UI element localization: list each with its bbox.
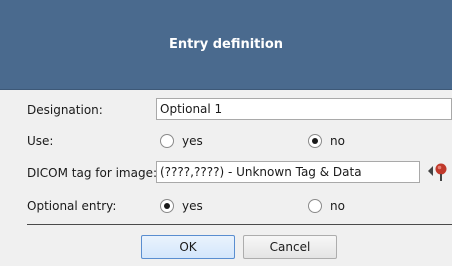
optional-entry-yes-radio[interactable]: yes	[160, 197, 203, 215]
dicom-tag-label: DICOM tag for image:	[27, 166, 157, 180]
use-label: Use:	[27, 134, 54, 148]
use-no-radio-circle[interactable]	[308, 134, 322, 148]
tag-picker-icon-svg	[428, 163, 447, 181]
dicom-tag-input[interactable]: (????,????) - Unknown Tag & Data	[156, 161, 420, 183]
tag-picker-icon[interactable]	[426, 159, 450, 183]
optional-entry-no-radio-label: no	[330, 199, 345, 213]
optional-entry-label: Optional entry:	[27, 199, 117, 213]
divider	[27, 224, 452, 225]
optional-entry-no-radio[interactable]: no	[308, 197, 345, 215]
use-yes-radio[interactable]: yes	[160, 132, 203, 150]
optional-entry-yes-radio-circle[interactable]	[160, 199, 174, 213]
use-no-radio[interactable]: no	[308, 132, 345, 150]
optional-entry-yes-radio-label: yes	[182, 199, 203, 213]
dialog-title: Entry definition	[168, 37, 284, 52]
designation-label: Designation:	[27, 103, 103, 117]
ok-button[interactable]: OK	[141, 235, 235, 259]
use-no-radio-label: no	[330, 134, 345, 148]
optional-entry-no-radio-circle[interactable]	[308, 199, 322, 213]
use-no-radio-dot	[312, 138, 318, 144]
use-yes-radio-label: yes	[182, 134, 203, 148]
cancel-button[interactable]: Cancel	[243, 235, 337, 259]
use-yes-radio-circle[interactable]	[160, 134, 174, 148]
optional-entry-yes-radio-dot	[164, 203, 170, 209]
designation-input[interactable]: Optional 1	[156, 98, 452, 120]
